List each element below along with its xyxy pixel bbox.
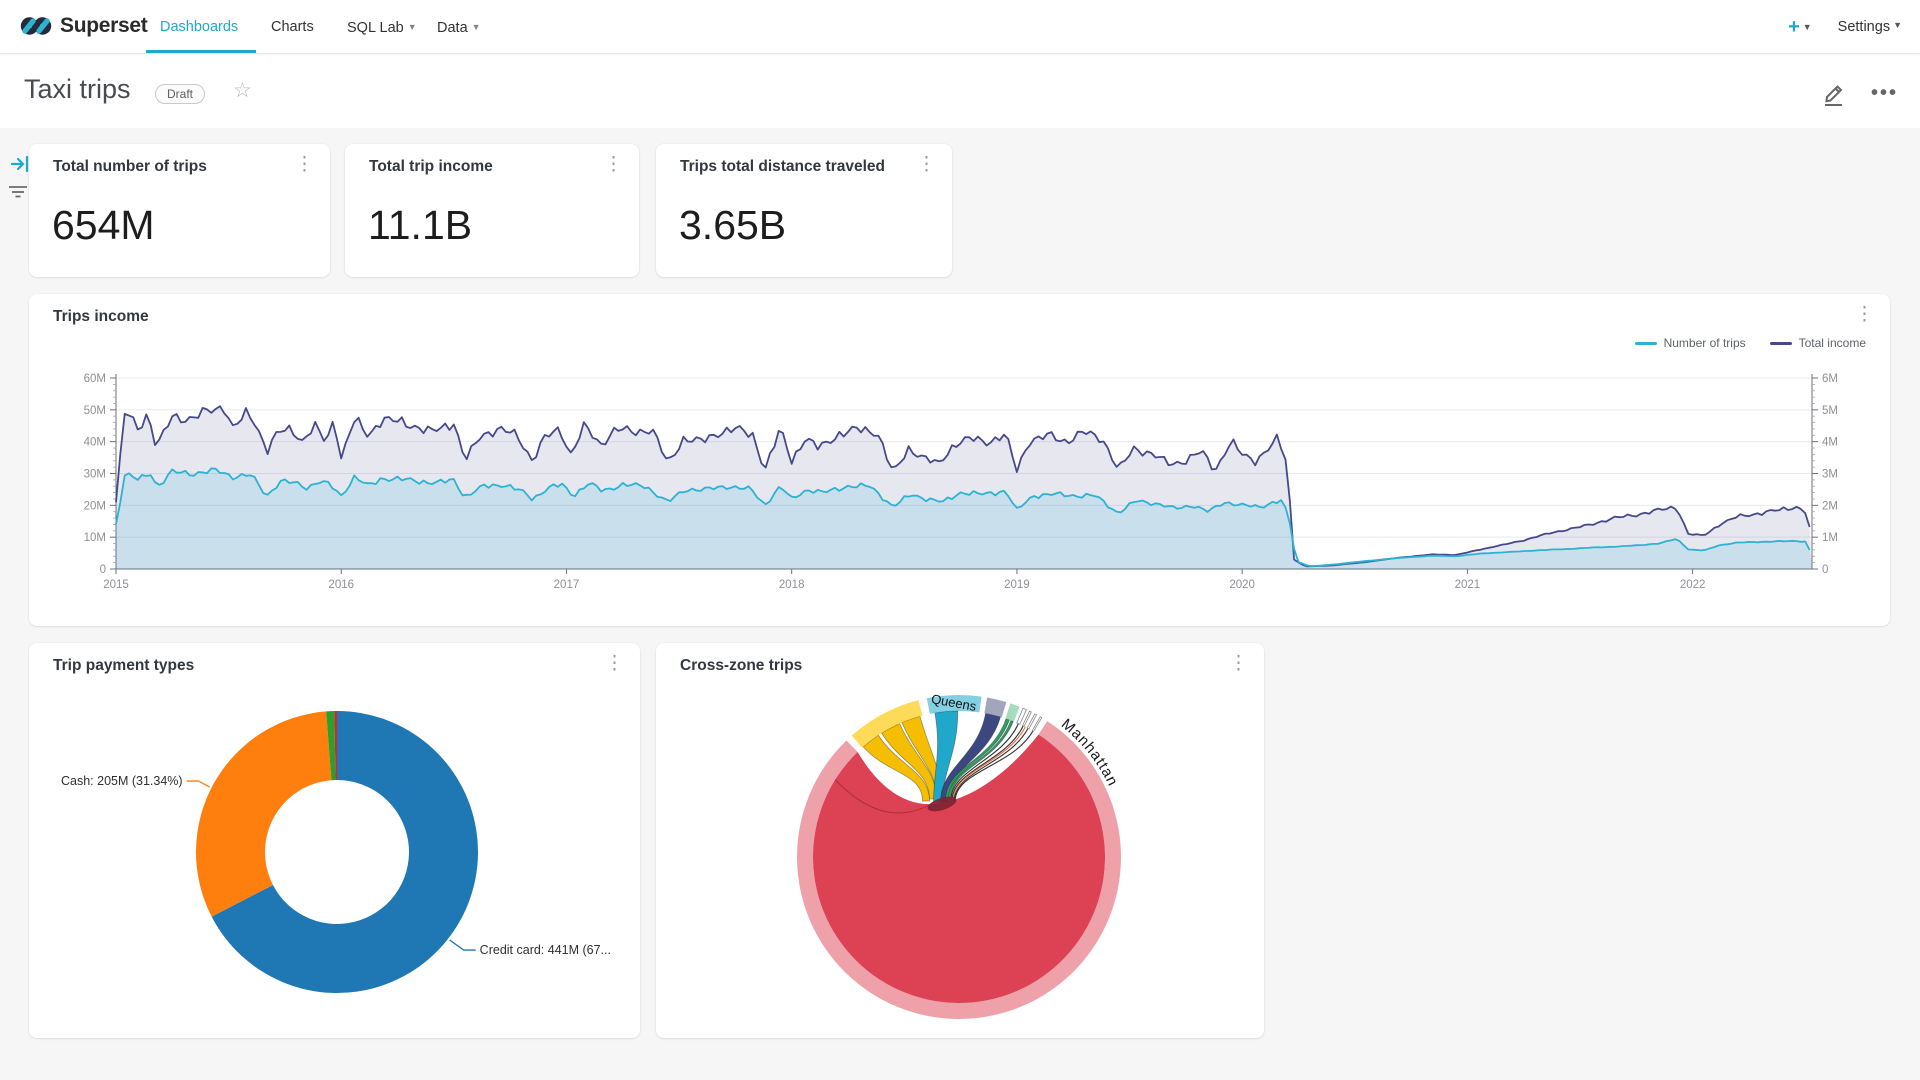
chart-more-menu[interactable]: ⋮ <box>604 154 623 176</box>
svg-text:60M: 60M <box>84 373 106 385</box>
nav-tab-charts[interactable]: Charts <box>271 0 314 54</box>
kpi-value: 3.65B <box>679 202 786 249</box>
nav-tab-dashboards[interactable]: Dashboards <box>160 0 238 54</box>
dashboard-header: Taxi trips Draft ☆ ••• <box>0 54 1920 128</box>
superset-brand[interactable]: Superset <box>20 10 147 42</box>
svg-text:3M: 3M <box>1822 469 1838 481</box>
svg-text:2015: 2015 <box>103 579 129 591</box>
svg-text:2019: 2019 <box>1004 579 1030 591</box>
edit-pencil-icon[interactable] <box>1819 78 1849 108</box>
svg-text:2016: 2016 <box>328 579 354 591</box>
svg-text:6M: 6M <box>1822 373 1838 385</box>
svg-text:2021: 2021 <box>1455 579 1481 591</box>
kpi-value: 654M <box>52 202 155 249</box>
kpi-title: Total number of trips <box>53 158 207 176</box>
brand-name: Superset <box>60 14 147 38</box>
favorite-star-icon[interactable]: ☆ <box>233 78 252 103</box>
chart-more-menu[interactable]: ⋮ <box>917 154 936 176</box>
svg-text:2018: 2018 <box>779 579 805 591</box>
donut-callout-cash: Cash: 205M (31.34%) <box>61 774 183 788</box>
panel-trips-income: Trips income ⋮ Number of tripsTotal inco… <box>29 294 1890 626</box>
active-tab-underline <box>146 50 256 53</box>
kpi-title: Trips total distance traveled <box>680 158 885 176</box>
kpi-card-trip-income: Total trip income ⋮ 11.1B <box>345 144 639 277</box>
new-item-button[interactable]: +▼ <box>1788 16 1812 39</box>
chevron-down-icon: ▼ <box>1893 20 1902 30</box>
svg-text:1M: 1M <box>1822 532 1838 544</box>
settings-menu[interactable]: Settings▼ <box>1838 19 1902 35</box>
superset-logo-icon <box>20 10 52 42</box>
kpi-value: 11.1B <box>368 202 472 249</box>
top-navbar: Superset Dashboards Charts SQL Lab▼ Data… <box>0 0 1920 54</box>
svg-text:20M: 20M <box>84 500 106 512</box>
svg-text:2022: 2022 <box>1680 579 1706 591</box>
svg-text:5M: 5M <box>1822 405 1838 417</box>
chevron-down-icon: ▼ <box>1803 22 1812 32</box>
kpi-card-total-distance: Trips total distance traveled ⋮ 3.65B <box>656 144 952 277</box>
cross-zone-chord-chart: ManhattanQueens <box>656 643 1264 1038</box>
svg-text:0: 0 <box>100 564 106 576</box>
trips-income-line-chart: 0 0 10M 1M 20M 2M 30M 3M 40M 4M 50M 5M 60M 6M 2015 2016… <box>29 294 1890 626</box>
payment-types-donut-chart: Cash: 205M (31.34%) Credit card: 441M (67… <box>29 643 640 1038</box>
svg-text:10M: 10M <box>84 532 106 544</box>
kpi-title: Total trip income <box>369 158 493 176</box>
chevron-down-icon: ▼ <box>408 22 417 32</box>
chevron-down-icon: ▼ <box>472 22 481 32</box>
nav-tab-data[interactable]: Data▼ <box>437 0 481 54</box>
kpi-card-total-trips: Total number of trips ⋮ 654M <box>29 144 330 277</box>
svg-text:40M: 40M <box>84 437 106 449</box>
svg-text:4M: 4M <box>1822 437 1838 449</box>
page-title: Taxi trips <box>24 74 131 105</box>
svg-text:30M: 30M <box>84 469 106 481</box>
nav-tab-sql-lab[interactable]: SQL Lab▼ <box>347 0 417 54</box>
chart-more-menu[interactable]: ⋮ <box>295 154 314 176</box>
svg-text:2017: 2017 <box>554 579 580 591</box>
svg-text:2020: 2020 <box>1229 579 1255 591</box>
svg-text:0: 0 <box>1822 564 1828 576</box>
svg-text:2M: 2M <box>1822 500 1838 512</box>
status-badge: Draft <box>155 84 205 104</box>
panel-cross-zone-trips: Cross-zone trips ⋮ ManhattanQueens <box>656 643 1264 1038</box>
panel-trip-payment-types: Trip payment types ⋮ Cash: 205M (31.34%)… <box>29 643 640 1038</box>
svg-text:50M: 50M <box>84 405 106 417</box>
donut-callout-credit-card: Credit card: 441M (67... <box>480 943 611 957</box>
dashboard-more-menu[interactable]: ••• <box>1871 82 1898 105</box>
filter-icon[interactable] <box>7 182 29 202</box>
